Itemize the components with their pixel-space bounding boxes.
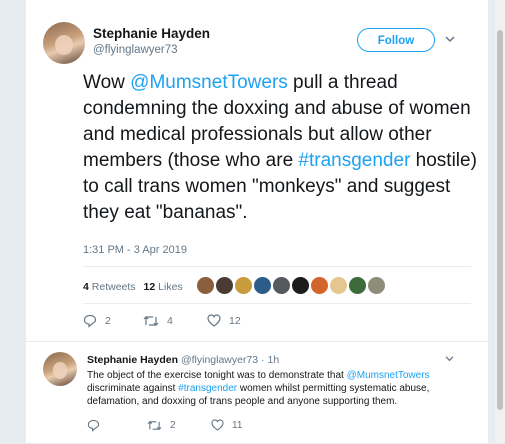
reply-text: The object of the exercise tonight was t… <box>87 370 430 407</box>
heart-icon <box>207 314 221 327</box>
divider <box>83 303 471 304</box>
retweets-stat[interactable]: 4 Retweets <box>83 281 136 293</box>
chevron-down-icon[interactable] <box>445 32 455 46</box>
reply-count: 2 <box>105 315 111 327</box>
liker-avatar[interactable] <box>329 276 348 295</box>
mention-link[interactable]: @MumsnetTowers <box>347 370 430 381</box>
chevron-down-icon[interactable] <box>445 354 454 365</box>
reply-button[interactable] <box>87 419 108 432</box>
liker-avatar[interactable] <box>253 276 272 295</box>
retweet-icon <box>147 420 162 431</box>
liker-avatar[interactable] <box>234 276 253 295</box>
author-name[interactable]: Stephanie Hayden <box>93 26 210 41</box>
retweet-count: 4 <box>167 315 173 327</box>
reply-button[interactable]: 2 <box>83 314 111 328</box>
liker-avatar[interactable] <box>367 276 386 295</box>
tweet-text-part: Wow <box>83 72 131 93</box>
retweet-button[interactable]: 4 <box>143 314 173 328</box>
like-button[interactable]: 12 <box>207 314 241 327</box>
tweet-stats: 4 Retweets 12 Likes <box>83 281 183 293</box>
liker-avatar[interactable] <box>196 276 215 295</box>
liker-avatar[interactable] <box>348 276 367 295</box>
follow-button[interactable]: Follow <box>357 28 435 52</box>
retweet-button[interactable]: 2 <box>147 419 176 432</box>
liker-avatar[interactable] <box>310 276 329 295</box>
retweet-count: 2 <box>170 420 176 431</box>
reply-icon <box>83 314 97 328</box>
like-count: 12 <box>229 314 241 327</box>
hashtag-link[interactable]: #transgender <box>298 150 410 171</box>
heart-icon <box>211 419 224 431</box>
mention-link[interactable]: @MumsnetTowers <box>130 72 288 93</box>
likes-stat[interactable]: 12 Likes <box>144 281 183 293</box>
scrollbar-thumb[interactable] <box>497 30 503 410</box>
liker-avatar[interactable] <box>272 276 291 295</box>
avatar[interactable] <box>43 22 85 64</box>
liker-avatar[interactable] <box>291 276 310 295</box>
retweet-icon <box>143 316 159 326</box>
reply-author[interactable]: Stephanie Hayden @flyinglawyer73 · 1h <box>87 354 279 366</box>
avatar[interactable] <box>43 352 77 386</box>
tweet-card: Stephanie Hayden @flyinglawyer73 Follow … <box>25 0 489 443</box>
hashtag-link[interactable]: #transgender <box>178 383 237 394</box>
reply-handle[interactable]: @flyinglawyer73 · 1h <box>181 354 279 366</box>
liker-avatar[interactable] <box>215 276 234 295</box>
reply-icon <box>87 419 100 432</box>
tweet-text: Wow @MumsnetTowers pull a thread condemn… <box>83 70 478 226</box>
reply-tweet[interactable]: Stephanie Hayden @flyinglawyer73 · 1h Th… <box>26 341 488 444</box>
like-count: 11 <box>232 419 243 431</box>
divider <box>83 266 471 267</box>
like-button[interactable]: 11 <box>211 419 242 431</box>
tweet-timestamp[interactable]: 1:31 PM - 3 Apr 2019 <box>83 244 187 256</box>
author-handle[interactable]: @flyinglawyer73 <box>93 44 178 56</box>
